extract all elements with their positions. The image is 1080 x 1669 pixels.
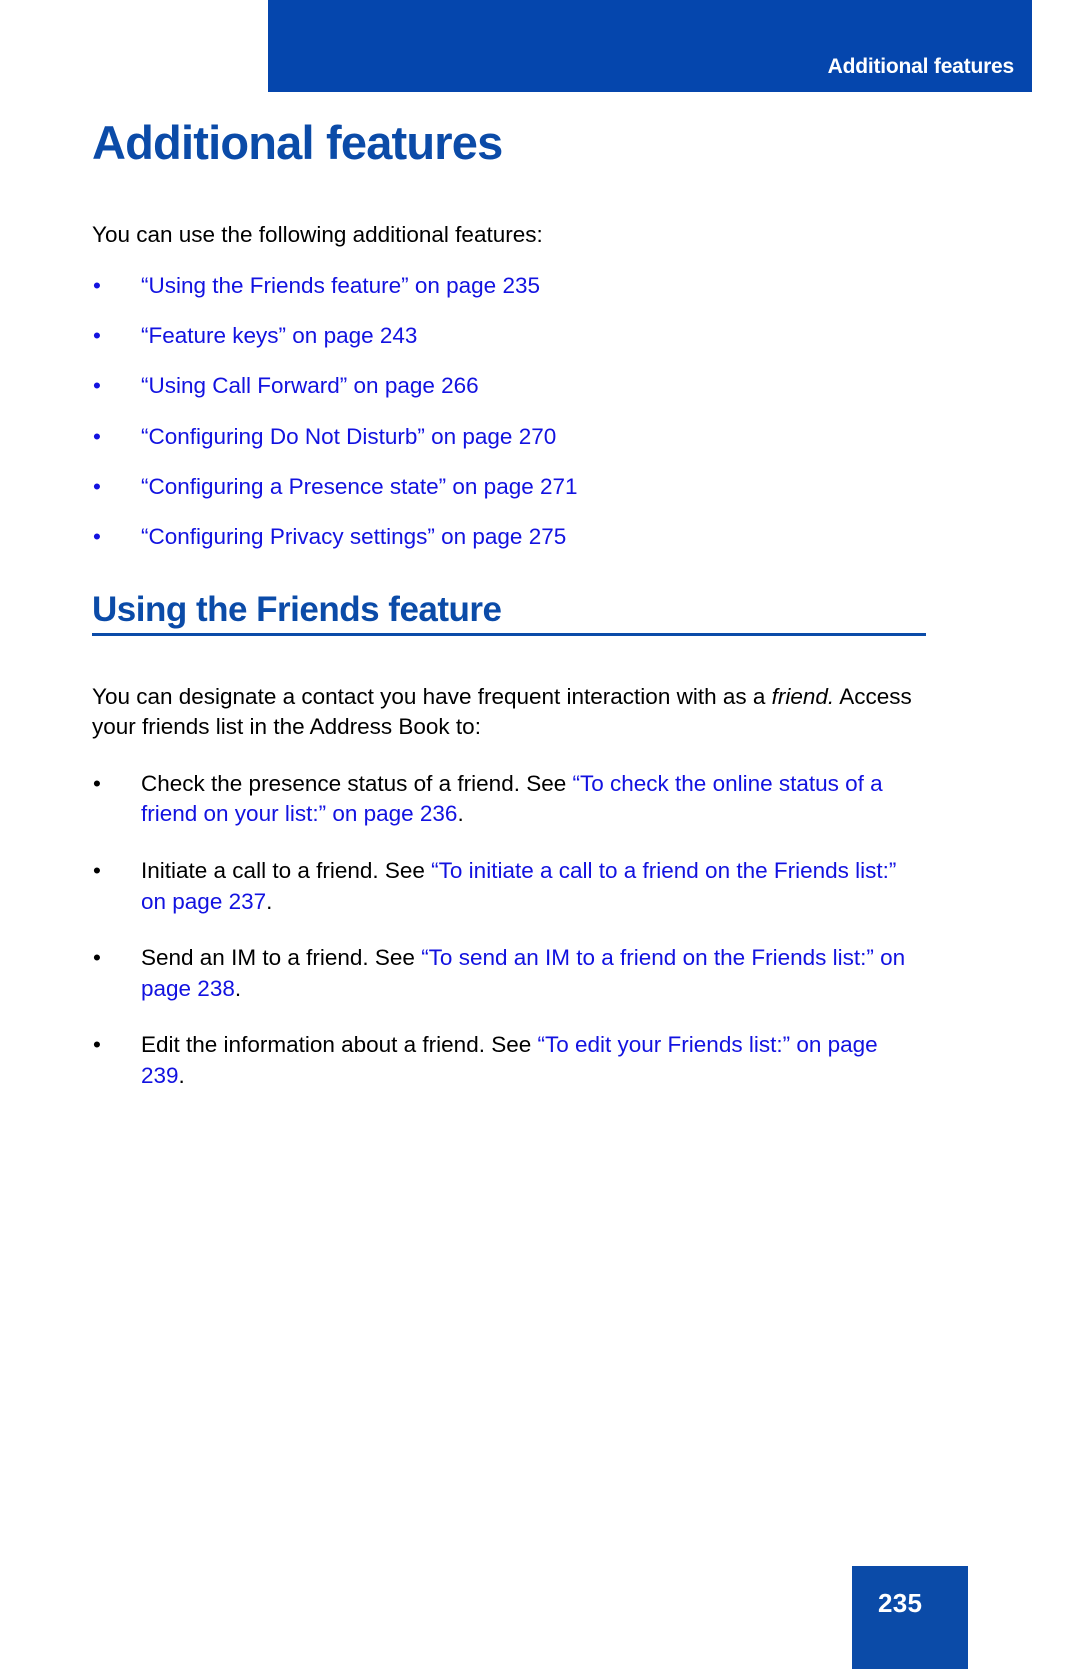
intro-paragraph: You can use the following additional fea…: [92, 222, 543, 248]
friend-actions-list: • Check the presence status of a friend. …: [92, 769, 926, 1092]
action-lead-text: Edit the information about a friend. See: [141, 1032, 538, 1058]
action-lead-text: Check the presence status of a friend. S…: [141, 770, 573, 796]
action-tail-text: .: [457, 801, 464, 827]
running-header-title: Additional features: [827, 55, 1015, 78]
action-lead-text: Send an IM to a friend. See: [141, 945, 422, 971]
bullet-icon: •: [93, 945, 101, 971]
list-item[interactable]: • “Using the Friends feature” on page 23…: [92, 272, 926, 300]
bullet-icon: •: [93, 1032, 101, 1058]
feature-link-label[interactable]: “Using Call Forward” on page 266: [141, 373, 479, 398]
bullet-icon: •: [93, 323, 101, 349]
bullet-icon: •: [93, 770, 101, 796]
page-title: Additional features: [92, 116, 503, 169]
paragraph-text-part1: You can designate a contact you have fre…: [92, 684, 772, 710]
bullet-icon: •: [93, 523, 101, 549]
section-heading: Using the Friends feature: [92, 589, 502, 629]
list-item[interactable]: • “Configuring Do Not Disturb” on page 2…: [92, 423, 926, 451]
list-item[interactable]: • Send an IM to a friend. See “To send an…: [92, 943, 926, 1004]
bullet-icon: •: [93, 273, 101, 299]
page-content: Additional features You can use the foll…: [92, 118, 926, 1118]
feature-link-list: • “Using the Friends feature” on page 23…: [92, 272, 926, 551]
feature-link-label[interactable]: “Feature keys” on page 243: [141, 323, 417, 348]
paragraph-italic-term: friend.: [771, 684, 835, 710]
feature-link-label[interactable]: “Configuring a Presence state” on page 2…: [141, 474, 578, 499]
action-tail-text: .: [178, 1062, 185, 1088]
feature-link-label[interactable]: “Using the Friends feature” on page 235: [141, 273, 540, 298]
action-lead-text: Initiate a call to a friend. See: [141, 857, 432, 883]
list-item[interactable]: • “Feature keys” on page 243: [92, 322, 926, 350]
list-item[interactable]: • Check the presence status of a friend. …: [92, 769, 926, 830]
bullet-icon: •: [93, 423, 101, 449]
list-item[interactable]: • Initiate a call to a friend. See “To in…: [92, 856, 926, 917]
page-number-block: 235: [852, 1566, 968, 1669]
bullet-icon: •: [93, 473, 101, 499]
feature-link-label[interactable]: “Configuring Privacy settings” on page 2…: [141, 524, 566, 549]
page-number-label: 235: [878, 1588, 923, 1618]
section-heading-rule: [92, 633, 926, 637]
section-paragraph: You can designate a contact you have fre…: [92, 682, 926, 741]
bullet-icon: •: [93, 373, 101, 399]
list-item[interactable]: • “Configuring Privacy settings” on page…: [92, 523, 926, 551]
list-item[interactable]: • “Configuring a Presence state” on page…: [92, 473, 926, 501]
action-tail-text: .: [234, 975, 242, 1001]
list-item[interactable]: • “Using Call Forward” on page 266: [92, 372, 926, 400]
bullet-icon: •: [93, 857, 101, 883]
action-tail-text: .: [266, 888, 273, 914]
list-item[interactable]: • Edit the information about a friend. Se…: [92, 1030, 926, 1091]
page-header-bar: Additional features: [268, 0, 1032, 92]
feature-link-label[interactable]: “Configuring Do Not Disturb” on page 270: [141, 424, 556, 449]
